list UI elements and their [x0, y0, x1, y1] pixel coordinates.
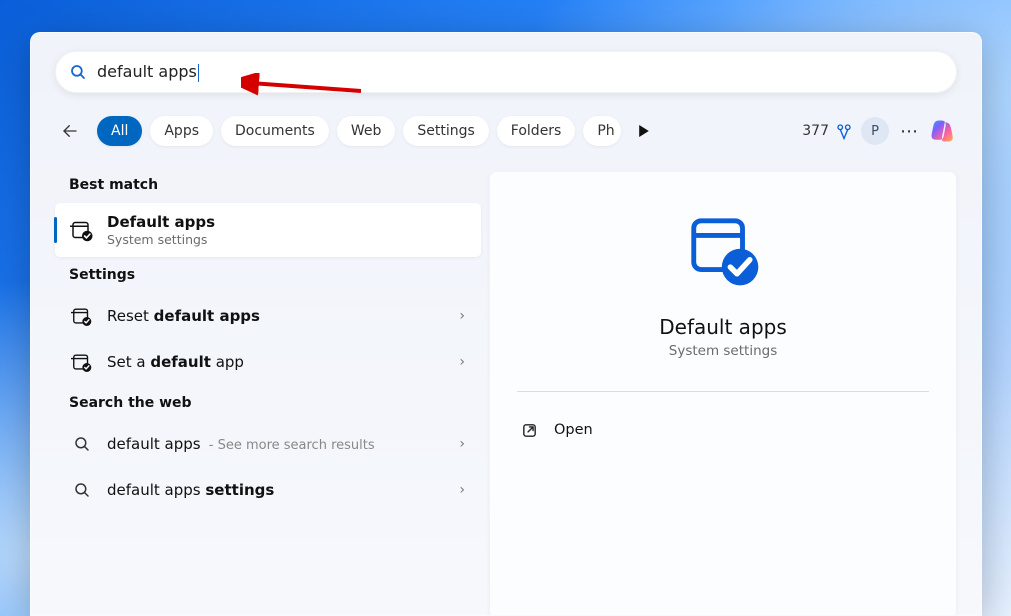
results-list: Best match Default apps System settings … — [31, 167, 481, 616]
search-bar[interactable]: default apps — [55, 51, 957, 93]
default-apps-large-icon — [684, 211, 762, 293]
copilot-icon[interactable] — [929, 117, 957, 145]
more-button[interactable]: ⋯ — [897, 121, 921, 142]
filter-documents[interactable]: Documents — [221, 116, 329, 146]
filter-scroll-right-icon[interactable] — [629, 116, 659, 146]
filter-web[interactable]: Web — [337, 116, 396, 146]
search-input[interactable]: default apps — [97, 62, 943, 82]
result-set-default-app[interactable]: Set a default app › — [55, 339, 481, 385]
result-title: Reset default apps — [107, 307, 260, 325]
user-avatar[interactable]: P — [861, 117, 889, 145]
result-title: Default apps — [107, 213, 215, 231]
result-default-apps[interactable]: Default apps System settings — [55, 203, 481, 257]
filter-photos[interactable]: Ph — [583, 116, 620, 146]
search-panel: default apps All Apps Documents Web Sett… — [30, 32, 982, 616]
web-result-default-apps[interactable]: default apps - See more search results › — [55, 421, 481, 467]
chevron-right-icon: › — [459, 482, 471, 498]
detail-subtitle: System settings — [669, 343, 777, 359]
filter-folders[interactable]: Folders — [497, 116, 576, 146]
filter-settings[interactable]: Settings — [403, 116, 488, 146]
open-label: Open — [554, 422, 593, 438]
detail-pane: Default apps System settings Open — [489, 171, 957, 616]
search-icon — [69, 63, 87, 81]
section-settings: Settings — [69, 267, 481, 283]
chevron-right-icon: › — [459, 436, 471, 452]
open-external-icon — [521, 422, 538, 439]
back-button[interactable] — [55, 116, 85, 146]
result-reset-default-apps[interactable]: Reset default apps › — [55, 293, 481, 339]
rewards-points[interactable]: 377 — [802, 122, 853, 140]
chevron-right-icon: › — [459, 354, 471, 370]
rewards-icon — [835, 122, 853, 140]
section-best-match: Best match — [69, 177, 481, 193]
default-apps-icon — [69, 305, 95, 327]
default-apps-icon — [69, 351, 95, 373]
web-result-default-apps-settings[interactable]: default apps settings › — [55, 467, 481, 513]
filter-all[interactable]: All — [97, 116, 142, 146]
chevron-right-icon: › — [459, 308, 471, 324]
result-subtitle: System settings — [107, 232, 215, 247]
result-title: Set a default app — [107, 353, 244, 371]
result-title: default apps settings — [107, 481, 274, 499]
separator — [517, 391, 929, 392]
filter-row: All Apps Documents Web Settings Folders … — [55, 113, 957, 149]
filter-apps[interactable]: Apps — [150, 116, 213, 146]
open-action[interactable]: Open — [517, 410, 929, 450]
result-title: default apps - See more search results — [107, 435, 375, 453]
search-icon — [69, 435, 95, 453]
search-icon — [69, 481, 95, 499]
section-search-web: Search the web — [69, 395, 481, 411]
default-apps-icon — [69, 218, 95, 242]
detail-title: Default apps — [659, 315, 787, 339]
